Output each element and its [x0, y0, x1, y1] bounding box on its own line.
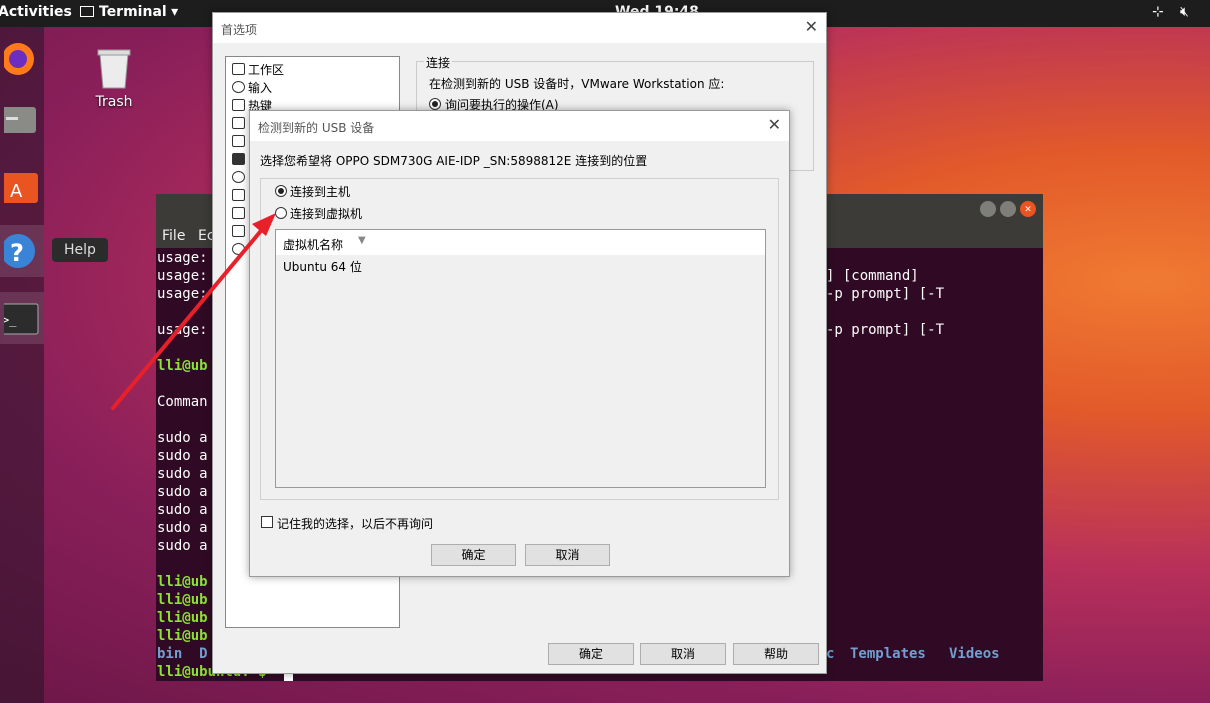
- display-icon: [232, 117, 245, 129]
- usb-ok-button[interactable]: 确定: [431, 544, 516, 566]
- tree-item-updates[interactable]: [232, 168, 245, 186]
- dock: A ? >_: [0, 27, 44, 703]
- tree-item-input[interactable]: 输入: [232, 78, 272, 96]
- ok-button[interactable]: 确定: [548, 643, 634, 665]
- volume-icon[interactable]: 🔇︎: [1180, 4, 1189, 20]
- help-button[interactable]: 帮助: [733, 643, 819, 665]
- terminal-dir-listing: Templates: [850, 646, 926, 662]
- tree-item-workspace[interactable]: 工作区: [232, 60, 284, 78]
- svg-text:A: A: [10, 181, 23, 202]
- firefox-icon[interactable]: [0, 33, 44, 85]
- close-icon[interactable]: ✕: [1020, 201, 1036, 217]
- pulse-icon: [232, 225, 245, 237]
- keyboard-icon: [232, 99, 245, 111]
- disc-icon: [232, 243, 245, 255]
- terminal-line: usage:: [157, 286, 208, 302]
- tree-item-label: 输入: [248, 80, 273, 95]
- cancel-button[interactable]: 取消: [640, 643, 726, 665]
- terminal-line: usage:: [157, 268, 208, 284]
- trash-icon: [97, 49, 131, 89]
- sort-arrow-icon: ▼: [358, 235, 366, 246]
- usb-cancel-button[interactable]: 取消: [525, 544, 610, 566]
- tree-item-devices[interactable]: [232, 240, 245, 258]
- help-icon[interactable]: ?: [0, 225, 44, 277]
- chevron-down-icon: ▾: [171, 4, 179, 20]
- terminal-dock-icon[interactable]: >_: [0, 292, 44, 344]
- usb-device-dialog: 检测到新的 USB 设备 ✕ 选择您希望将 OPPO SDM730G AIE-I…: [249, 110, 790, 577]
- connect-host-radio[interactable]: [275, 185, 287, 197]
- terminal-dir-listing: bin D: [157, 646, 208, 662]
- files-icon[interactable]: [0, 93, 44, 145]
- terminal-line: sudo a: [157, 430, 208, 446]
- terminal-line: usage:: [157, 322, 208, 338]
- close-icon[interactable]: ✕: [768, 116, 781, 134]
- terminal-line: sudo a: [157, 502, 208, 518]
- terminal-line: sudo a: [157, 484, 208, 500]
- trash-label: Trash: [95, 94, 133, 110]
- terminal-line: -p prompt] [-T: [826, 286, 945, 302]
- activities-button[interactable]: Activities: [0, 4, 72, 20]
- maximize-icon[interactable]: [1000, 201, 1016, 217]
- terminal-line: lli@ub: [157, 574, 208, 590]
- trash-desktop-icon[interactable]: Trash: [90, 46, 138, 110]
- tree-item-feedback[interactable]: [232, 186, 245, 204]
- menu-file[interactable]: File: [162, 228, 185, 244]
- connect-vm-radio[interactable]: [275, 207, 287, 219]
- terminal-icon: [80, 6, 94, 17]
- terminal-dir-listing: Videos: [949, 646, 1000, 662]
- vm-list-header[interactable]: 虚拟机名称 ▼: [276, 230, 765, 255]
- usb-icon: [232, 153, 245, 165]
- terminal-line: lli@ub: [157, 358, 208, 374]
- terminal-line: Comman: [157, 394, 208, 410]
- refresh-icon: [232, 171, 245, 183]
- connect-vm-label[interactable]: 连接到虚拟机: [290, 205, 362, 222]
- vm-list-row[interactable]: Ubuntu 64 位: [276, 255, 765, 275]
- usb-prompt: 选择您希望将 OPPO SDM730G AIE-IDP _SN:5898812E…: [260, 154, 648, 168]
- windows-icon: [232, 135, 245, 147]
- terminal-line: usage:: [157, 250, 208, 266]
- remember-checkbox[interactable]: [261, 516, 273, 528]
- vm-list[interactable]: 虚拟机名称 ▼ Ubuntu 64 位: [275, 229, 766, 488]
- minimize-icon[interactable]: [980, 201, 996, 217]
- vm-name-column[interactable]: 虚拟机名称: [283, 236, 343, 253]
- memory-icon: [232, 207, 245, 219]
- vm-name: Ubuntu 64 位: [283, 260, 362, 274]
- tree-item-label: 工作区: [248, 62, 285, 77]
- megaphone-icon: [232, 189, 245, 201]
- terminal-line: lli@ub: [157, 628, 208, 644]
- close-icon[interactable]: ✕: [805, 18, 818, 36]
- terminal-app-menu[interactable]: Terminal ▾: [80, 4, 178, 20]
- connection-group-label: 连接: [424, 54, 453, 71]
- tree-item-priority[interactable]: [232, 222, 245, 240]
- svg-text:>_: >_: [4, 313, 17, 327]
- mouse-icon: [232, 81, 245, 93]
- network-icon[interactable]: ⊹: [1152, 4, 1164, 20]
- connection-description: 在检测到新的 USB 设备时，VMware Workstation 应:: [429, 77, 725, 91]
- help-tooltip: Help: [52, 238, 108, 262]
- svg-text:?: ?: [10, 239, 24, 267]
- tree-item-display[interactable]: [232, 114, 245, 132]
- remember-label[interactable]: 记住我的选择，以后不再询问: [277, 515, 433, 532]
- terminal-line: sudo a: [157, 520, 208, 536]
- preferences-title: 首选项: [221, 23, 258, 37]
- terminal-line: lli@ub: [157, 592, 208, 608]
- preferences-titlebar[interactable]: 首选项: [213, 13, 826, 43]
- usb-dialog-titlebar[interactable]: 检测到新的 USB 设备: [250, 111, 789, 141]
- software-icon[interactable]: A: [0, 159, 44, 211]
- terminal-dir-listing: c: [826, 646, 835, 662]
- monitor-icon: [232, 63, 245, 75]
- terminal-line: sudo a: [157, 538, 208, 554]
- tree-item-unity[interactable]: [232, 132, 245, 150]
- ask-action-radio[interactable]: [429, 98, 441, 110]
- connect-host-label[interactable]: 连接到主机: [290, 183, 350, 200]
- tree-item-memory[interactable]: [232, 204, 245, 222]
- terminal-line: sudo a: [157, 466, 208, 482]
- terminal-line: lli@ub: [157, 610, 208, 626]
- usb-dialog-title: 检测到新的 USB 设备: [258, 121, 375, 135]
- terminal-line: -p prompt] [-T: [826, 322, 945, 338]
- tree-item-usb[interactable]: [232, 150, 245, 168]
- terminal-line: ] [command]: [826, 268, 919, 284]
- terminal-line: sudo a: [157, 448, 208, 464]
